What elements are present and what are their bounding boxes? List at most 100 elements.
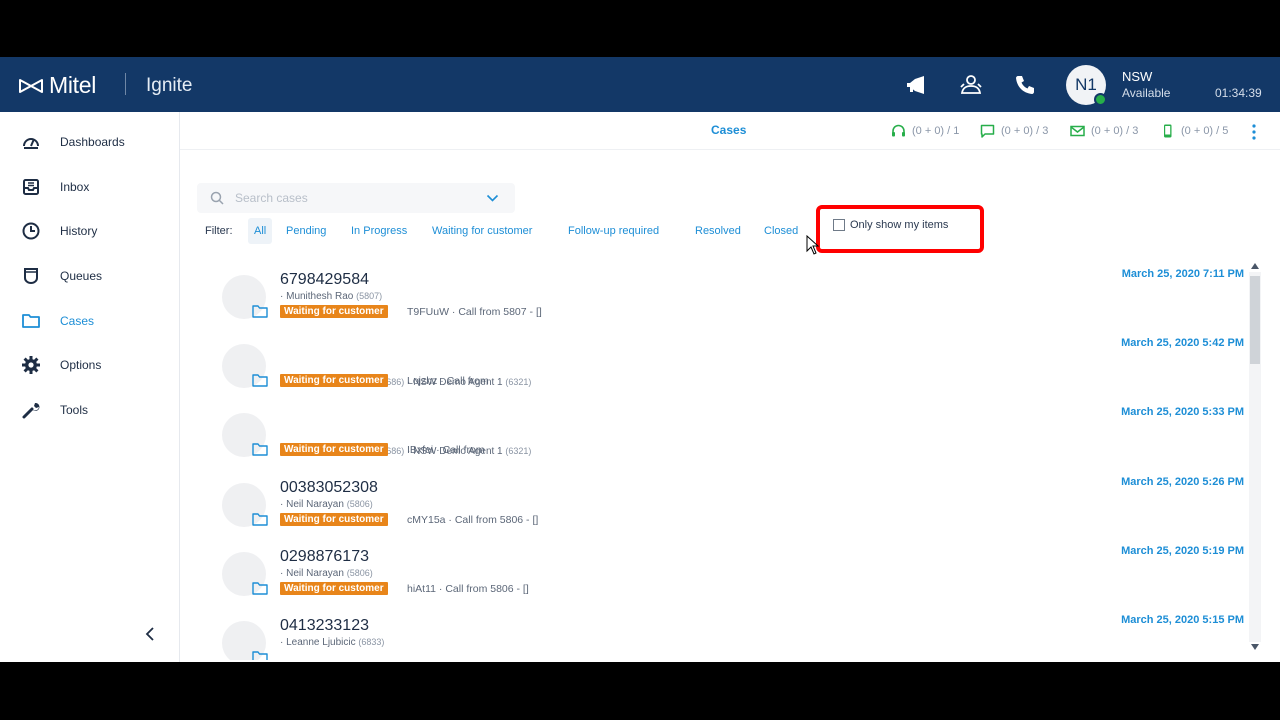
case-number: 0298876173 xyxy=(280,548,369,565)
status-badge: Waiting for customer xyxy=(280,582,388,595)
scroll-up-icon[interactable] xyxy=(1251,263,1259,269)
folder-icon xyxy=(252,443,268,456)
case-date: March 25, 2020 5:15 PM xyxy=(1121,614,1244,626)
filter-in-progress[interactable]: In Progress xyxy=(345,218,413,244)
email-counter-text: (0 + 0) / 3 xyxy=(1091,125,1139,137)
folder-icon xyxy=(252,305,268,318)
status-badge: Waiting for customer xyxy=(280,374,388,387)
email-counter[interactable]: (0 + 0) / 3 xyxy=(1070,124,1138,138)
sidebar-item-dashboards[interactable]: Dashboards xyxy=(0,122,180,162)
case-date: March 25, 2020 5:42 PM xyxy=(1121,337,1244,349)
sidebar-item-label: Tools xyxy=(60,403,89,417)
agent-id: (6321) xyxy=(505,377,532,387)
mitel-logo-icon xyxy=(19,78,43,93)
search-icon xyxy=(210,191,224,205)
case-row[interactable]: 0413233123 · Leanne Ljubicic (6833) March … xyxy=(180,606,1248,660)
case-date: March 25, 2020 5:19 PM xyxy=(1121,545,1244,557)
sidebar-item-label: History xyxy=(60,224,98,238)
sidebar-item-label: Cases xyxy=(60,314,95,328)
page-title: Cases xyxy=(711,123,747,137)
voice-counter[interactable]: (0 + 0) / 1 xyxy=(891,124,959,138)
product-name: Ignite xyxy=(146,75,193,96)
voice-counter-text: (0 + 0) / 1 xyxy=(912,125,960,137)
filter-all[interactable]: All xyxy=(248,218,273,244)
chevron-left-icon[interactable] xyxy=(142,625,160,643)
contact-id: (5807) xyxy=(356,291,383,301)
sidebar-item-cases[interactable]: Cases xyxy=(0,301,180,341)
search-bar xyxy=(197,183,515,213)
case-row[interactable]: NSW DEMO QUEUE (P686) · NSW Demo Agent 1… xyxy=(180,398,1248,467)
filter-resolved[interactable]: Resolved xyxy=(689,218,747,244)
more-options-icon[interactable] xyxy=(1250,123,1258,141)
filter-closed[interactable]: Closed xyxy=(758,218,804,244)
contacts-icon[interactable] xyxy=(959,73,983,97)
dashboard-icon xyxy=(23,138,39,149)
case-row[interactable]: 6798429584 · Munithesh Rao (5807) Waiting … xyxy=(180,260,1248,329)
scroll-down-icon[interactable] xyxy=(1251,644,1259,650)
chat-counter[interactable]: (0 + 0) / 3 xyxy=(980,124,1048,138)
folder-icon xyxy=(252,374,268,387)
case-row[interactable]: 0298876173 · Neil Narayan (5806) Waiting f… xyxy=(180,537,1248,606)
case-description: IBxfei · Call from xyxy=(407,444,485,456)
contact-name: · Leanne Ljubicic xyxy=(280,637,356,648)
contact-id: (5806) xyxy=(346,499,373,509)
search-input[interactable] xyxy=(235,189,485,207)
filter-pending[interactable]: Pending xyxy=(280,218,332,244)
app-window: Mitel Ignite N1 NSW Available 01:34:39 D… xyxy=(0,57,1280,662)
email-icon xyxy=(1070,125,1085,137)
sidebar-item-queues[interactable]: Queues xyxy=(0,256,180,296)
filter-follow-up-required[interactable]: Follow-up required xyxy=(562,218,665,244)
only-show-my-items-checkbox[interactable]: Only show my items xyxy=(833,219,948,231)
case-description: Lojzhz · Call from xyxy=(407,375,489,387)
sidebar-item-tools[interactable]: Tools xyxy=(0,390,180,430)
agent-id: (6321) xyxy=(505,446,532,456)
sidebar-item-label: Inbox xyxy=(60,180,90,194)
filter-waiting-for-customer[interactable]: Waiting for customer xyxy=(426,218,538,244)
contact-name: · Munithesh Rao xyxy=(280,291,354,302)
gear-icon xyxy=(22,356,40,374)
case-date: March 25, 2020 7:11 PM xyxy=(1121,268,1244,280)
sidebar-item-label: Queues xyxy=(60,269,103,283)
case-contact: · Neil Narayan (5806) xyxy=(280,568,373,579)
case-date: March 25, 2020 5:26 PM xyxy=(1121,476,1244,488)
main-content: Cases (0 + 0) / 1 (0 + 0) / 3 (0 + 0) / … xyxy=(180,112,1280,662)
phone-icon[interactable] xyxy=(1013,73,1037,97)
headset-icon xyxy=(892,124,905,137)
case-row[interactable]: NSW DEMO QUEUE (P686) · NSW Demo Agent 1… xyxy=(180,329,1248,398)
sidebar-item-history[interactable]: History xyxy=(0,211,180,251)
checkbox-box[interactable] xyxy=(833,219,845,231)
case-number: 6798429584 xyxy=(280,271,369,288)
case-row[interactable]: 00383052308 · Neil Narayan (5806) Waiting … xyxy=(180,468,1248,537)
contact-name: · Neil Narayan xyxy=(280,568,344,579)
wrench-icon xyxy=(22,402,40,419)
folder-icon xyxy=(22,314,40,328)
sms-counter[interactable]: (0 + 0) / 5 xyxy=(1160,124,1228,138)
case-description: T9FUuW · Call from 5807 - [] xyxy=(407,306,542,318)
agent-status[interactable]: Available xyxy=(1122,86,1170,100)
scrollbar[interactable] xyxy=(1248,260,1262,657)
clock-icon xyxy=(22,222,40,240)
sidebar-item-label: Options xyxy=(60,358,102,372)
sidebar-item-inbox[interactable]: Inbox xyxy=(0,167,180,207)
top-bar: Mitel Ignite N1 NSW Available 01:34:39 xyxy=(0,57,1280,112)
case-number: 0413233123 xyxy=(280,617,369,634)
scrollbar-thumb[interactable] xyxy=(1250,276,1260,364)
status-badge: Waiting for customer xyxy=(280,513,388,526)
agent-name: NSW xyxy=(1122,69,1153,84)
status-badge: Waiting for customer xyxy=(280,305,388,318)
sidebar-item-label: Dashboards xyxy=(60,135,125,149)
case-list: 6798429584 · Munithesh Rao (5807) Waiting … xyxy=(180,260,1248,660)
sidebar-item-options[interactable]: Options xyxy=(0,345,180,385)
contact-name: · Neil Narayan xyxy=(280,499,344,510)
megaphone-icon[interactable] xyxy=(904,73,928,97)
mobile-icon xyxy=(1164,124,1172,138)
chevron-down-icon[interactable] xyxy=(486,193,499,203)
title-row: Cases (0 + 0) / 1 (0 + 0) / 3 (0 + 0) / … xyxy=(180,112,1280,150)
folder-icon xyxy=(252,651,268,660)
filter-label: Filter: xyxy=(205,225,233,237)
folder-icon xyxy=(252,582,268,595)
sidebar: Dashboards Inbox History Queues Cases Op… xyxy=(0,112,180,662)
status-badge: Waiting for customer xyxy=(280,443,388,456)
case-contact: · Munithesh Rao (5807) xyxy=(280,291,382,302)
case-description: hiAt11 · Call from 5806 - [] xyxy=(407,583,529,595)
